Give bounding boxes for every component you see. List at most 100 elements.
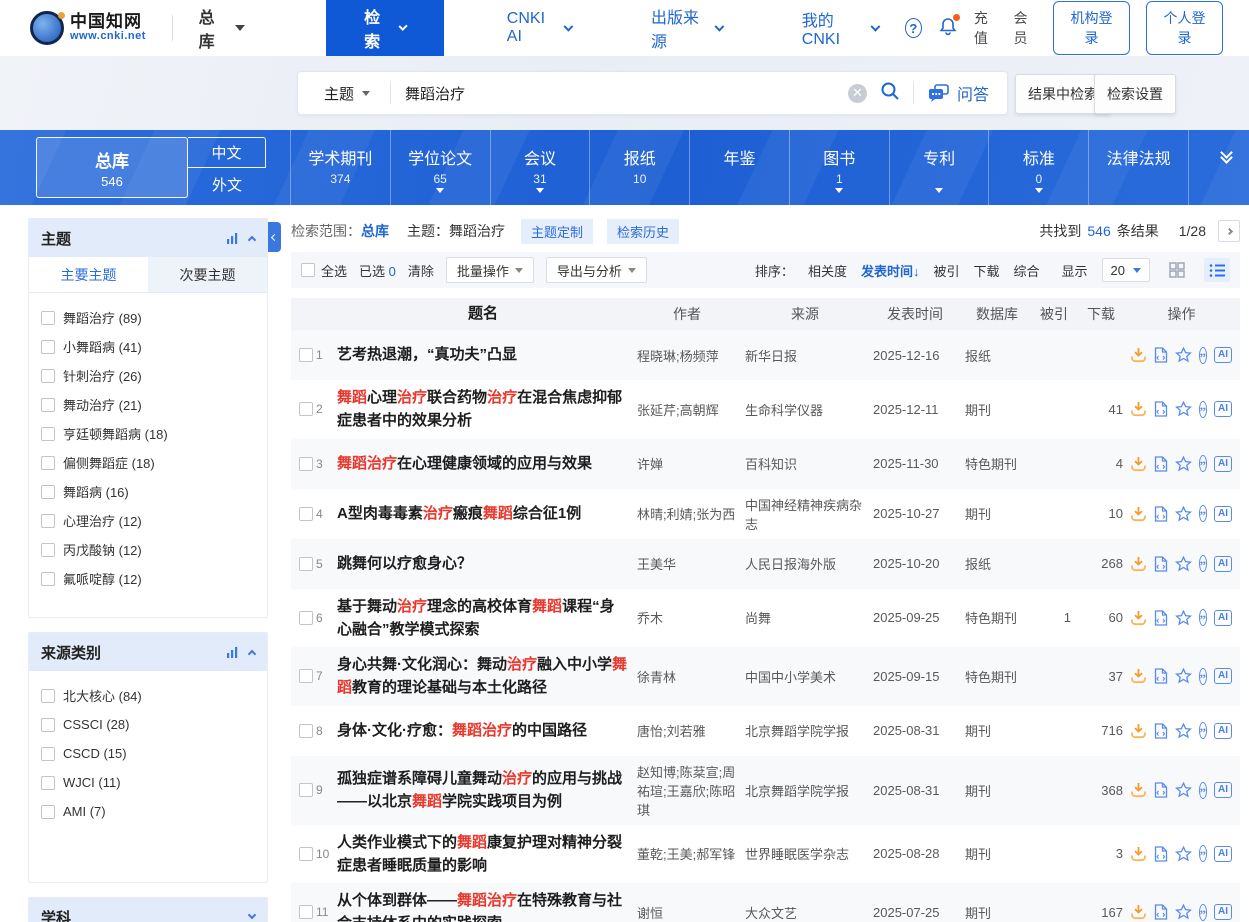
result-title-link[interactable]: 身体·文化·疗愈：舞蹈治疗的中国路径 (333, 719, 633, 742)
source-filter-item[interactable]: 北大核心 (84) (41, 681, 255, 710)
cite-quote-icon[interactable]: ” (1199, 845, 1208, 862)
help-icon[interactable]: ? (905, 18, 922, 38)
topic-filter-item[interactable]: 舞蹈病 (16) (41, 477, 255, 506)
favorite-star-icon[interactable] (1175, 668, 1192, 684)
sort-option-相关度[interactable]: 相关度 (808, 261, 847, 280)
topic-filter-item[interactable]: 心理治疗 (12) (41, 506, 255, 535)
topic-filter-item[interactable]: 舞动治疗 (21) (41, 390, 255, 419)
result-authors[interactable]: 董乾;王美;郝军锋 (633, 844, 741, 863)
checkbox[interactable] (41, 747, 55, 761)
clear-selection-button[interactable]: 清除 (408, 261, 434, 280)
search-field-selector[interactable]: 主题 (298, 83, 390, 104)
document-icon[interactable] (1154, 723, 1168, 739)
bar-chart-icon[interactable] (226, 232, 239, 245)
result-title-link[interactable]: 跳舞何以疗愈身心？ (333, 552, 633, 575)
row-checkbox[interactable] (299, 847, 313, 861)
nav-total-library[interactable]: 总库 (173, 0, 272, 56)
favorite-star-icon[interactable] (1175, 723, 1192, 739)
db-category-图书[interactable]: 图书1 (789, 130, 889, 205)
topic-filter-item[interactable]: 氟哌啶醇 (12) (41, 564, 255, 593)
result-title-link[interactable]: 孤独症谱系障碍儿童舞动治疗的应用与挑战——以北京舞蹈学院实践项目为例 (333, 767, 633, 814)
cite-quote-icon[interactable]: ” (1199, 347, 1208, 364)
clear-search-icon[interactable]: ✕ (848, 84, 867, 103)
result-authors[interactable]: 张延芹;高朝辉 (633, 400, 741, 419)
ai-icon[interactable]: AI (1214, 556, 1232, 572)
favorite-star-icon[interactable] (1175, 610, 1192, 626)
result-source[interactable]: 大众文艺 (741, 903, 869, 922)
topic-filter-item[interactable]: 丙戊酸钠 (12) (41, 535, 255, 564)
cnki-logo[interactable]: 中国知网 www.cnki.net (0, 0, 172, 56)
download-icon[interactable] (1130, 610, 1147, 626)
row-checkbox[interactable] (299, 669, 313, 683)
result-source[interactable]: 中国中小学美术 (741, 667, 869, 686)
cite-quote-icon[interactable]: ” (1199, 609, 1208, 626)
topic-filter-item[interactable]: 亨廷顿舞蹈病 (18) (41, 419, 255, 448)
topic-section-header[interactable]: 主题 (29, 219, 267, 257)
download-icon[interactable] (1130, 506, 1147, 522)
db-category-学位论文[interactable]: 学位论文65 (390, 130, 490, 205)
sort-option-综合[interactable]: 综合 (1014, 261, 1040, 280)
favorite-star-icon[interactable] (1175, 846, 1192, 862)
db-category-学术期刊[interactable]: 学术期刊374 (290, 130, 390, 205)
db-category-年鉴[interactable]: 年鉴 (689, 130, 789, 205)
grid-view-icon[interactable] (1164, 258, 1190, 282)
result-source[interactable]: 人民日报海外版 (741, 554, 869, 573)
db-category-标准[interactable]: 标准0 (988, 130, 1088, 205)
personal-login-button[interactable]: 个人登录 (1146, 1, 1223, 55)
document-icon[interactable] (1154, 347, 1168, 363)
row-checkbox[interactable] (299, 557, 313, 571)
result-source[interactable]: 新华日报 (741, 346, 869, 365)
bar-chart-icon[interactable] (226, 646, 239, 659)
collapse-section-icon[interactable] (248, 236, 256, 244)
result-authors[interactable]: 唐怡;刘若雅 (633, 721, 741, 740)
row-checkbox[interactable] (299, 611, 313, 625)
topic-tab-次要主题[interactable]: 次要主题 (148, 257, 267, 292)
topic-filter-item[interactable]: 偏侧舞蹈症 (18) (41, 448, 255, 477)
source-filter-item[interactable]: CSSCI (28) (41, 710, 255, 739)
download-icon[interactable] (1130, 904, 1147, 920)
next-page-button[interactable] (1218, 220, 1240, 242)
document-icon[interactable] (1154, 610, 1168, 626)
result-authors[interactable]: 谢恒 (633, 903, 741, 922)
db-category-报纸[interactable]: 报纸10 (589, 130, 689, 205)
result-source[interactable]: 世界睡眠医学杂志 (741, 844, 869, 863)
result-source[interactable]: 北京舞蹈学院学报 (741, 781, 869, 800)
ai-icon[interactable]: AI (1214, 347, 1232, 363)
checkbox[interactable] (41, 543, 55, 557)
topic-filter-item[interactable]: 舞蹈治疗 (89) (41, 303, 255, 332)
row-checkbox[interactable] (299, 905, 313, 919)
row-checkbox[interactable] (299, 348, 313, 362)
document-icon[interactable] (1154, 401, 1168, 417)
ai-icon[interactable]: AI (1214, 723, 1232, 739)
document-icon[interactable] (1154, 846, 1168, 862)
favorite-star-icon[interactable] (1175, 782, 1192, 798)
cite-quote-icon[interactable]: ” (1199, 505, 1208, 522)
result-authors[interactable]: 赵知博;陈棻宣;周祐瑄;王嘉欣;陈昭琪 (633, 762, 741, 819)
ai-icon[interactable]: AI (1214, 506, 1232, 522)
result-title-link[interactable]: 基于舞动治疗理念的高校体育舞蹈课程“身心融合”教学模式探索 (333, 595, 633, 642)
lang-tab-foreign[interactable]: 外文 (188, 170, 266, 198)
result-title-link[interactable]: A型肉毒毒素治疗瘢痕舞蹈综合征1例 (333, 502, 633, 525)
vip-link[interactable]: 会员 (1013, 8, 1037, 48)
qa-button[interactable]: 问答 (914, 81, 1007, 105)
source-filter-item[interactable]: WJCI (11) (41, 768, 255, 797)
search-input[interactable] (391, 85, 848, 102)
notification-bell-icon[interactable] (938, 16, 958, 41)
db-category-会议[interactable]: 会议31 (490, 130, 590, 205)
nav-cnki-ai[interactable]: CNKI AI (481, 0, 598, 56)
ai-icon[interactable]: AI (1214, 668, 1232, 684)
download-icon[interactable] (1130, 347, 1147, 363)
result-source[interactable]: 中国神经精神疾病杂志 (741, 495, 869, 533)
cite-quote-icon[interactable]: ” (1199, 904, 1208, 921)
result-title-link[interactable]: 艺考热退潮，“真功夫”凸显 (333, 343, 633, 366)
result-authors[interactable]: 徐青林 (633, 667, 741, 686)
topic-filter-item[interactable]: 针刺治疗 (26) (41, 361, 255, 390)
result-title-link[interactable]: 舞蹈心理治疗联合药物治疗在混合焦虑抑郁症患者中的效果分析 (333, 386, 633, 433)
checkbox[interactable] (41, 398, 55, 412)
search-icon[interactable] (879, 80, 901, 107)
download-icon[interactable] (1130, 723, 1147, 739)
row-checkbox[interactable] (299, 724, 313, 738)
sort-option-下载[interactable]: 下载 (973, 261, 999, 280)
download-icon[interactable] (1130, 556, 1147, 572)
checkbox[interactable] (41, 427, 55, 441)
